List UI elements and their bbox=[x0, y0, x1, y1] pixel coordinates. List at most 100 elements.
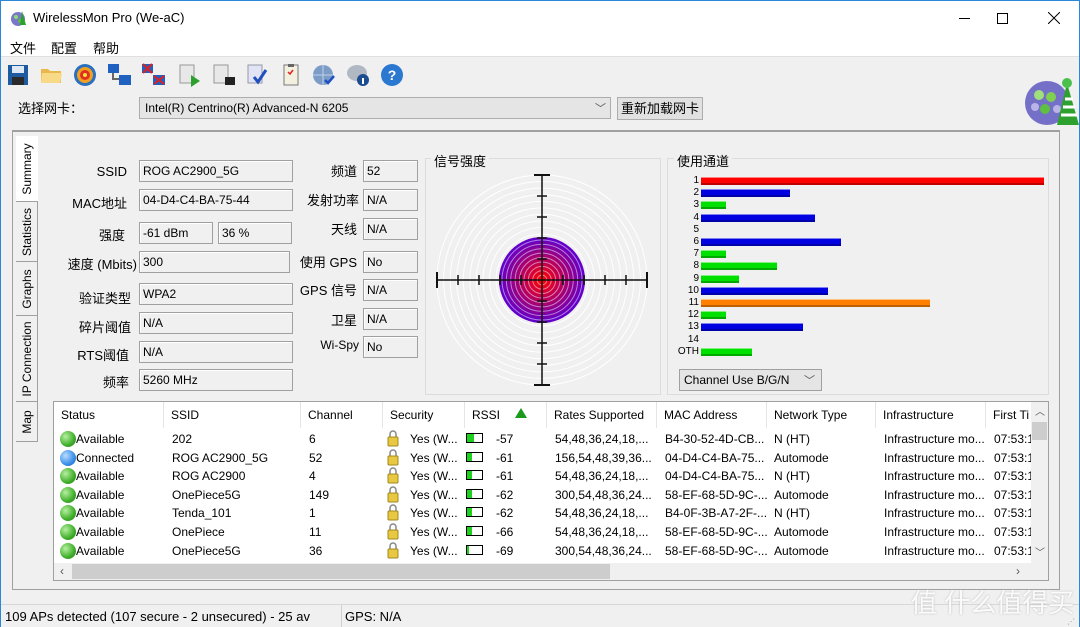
col-header-rssi-label: RSSI bbox=[472, 408, 501, 422]
table-row[interactable]: Available OnePiece 11 Yes (W... -66 54,48,36,… bbox=[54, 523, 1034, 541]
target-button[interactable] bbox=[72, 62, 98, 88]
cell-first: 07:53:1 bbox=[994, 506, 1032, 521]
cell-infra: Infrastructure mo... bbox=[884, 469, 985, 484]
tab-map[interactable]: Map bbox=[16, 402, 38, 442]
start-log-button[interactable] bbox=[177, 62, 203, 88]
frag-label: 碎片阈值 bbox=[78, 320, 131, 335]
signal-strength-title: 信号强度 bbox=[431, 151, 490, 170]
cell-ssid: ROG AC2900 bbox=[172, 469, 246, 484]
signal-strength-radar bbox=[436, 174, 648, 386]
watermark: 值 什么值得买 bbox=[911, 588, 1075, 618]
cell-ssid: ROG AC2900_5G bbox=[172, 450, 269, 465]
cell-rates: 300,54,48,36,24... bbox=[555, 543, 652, 558]
maximize-icon bbox=[996, 12, 1008, 24]
menu-help[interactable]: 帮助 bbox=[93, 38, 119, 57]
table-row[interactable]: Available Tenda_101 1 Yes (W... -62 54,48,36,… bbox=[54, 504, 1034, 522]
stop-log-icon bbox=[213, 64, 235, 85]
target-icon bbox=[74, 64, 96, 86]
antenna-label: 天线 bbox=[330, 222, 357, 237]
disconnect-button[interactable] bbox=[141, 62, 167, 88]
disconnect-icon bbox=[142, 63, 165, 85]
connect-icon bbox=[108, 64, 131, 85]
scroll-down-icon: ﹀ bbox=[1035, 548, 1045, 559]
menu-file[interactable]: 文件 bbox=[10, 38, 36, 57]
help-button[interactable]: ? bbox=[379, 62, 405, 88]
table-row[interactable]: Connected ROG AC2900_5G 52 Yes (W... -61 156,… bbox=[54, 448, 1034, 467]
col-header-rssi[interactable]: RSSI bbox=[465, 402, 547, 428]
channel-band-select[interactable]: Channel Use B/G/N ﹀ bbox=[679, 369, 822, 391]
cell-ssid: OnePiece bbox=[172, 525, 225, 539]
available-status-icon bbox=[60, 468, 76, 485]
tab-summary[interactable]: Summary bbox=[16, 136, 38, 202]
available-status-icon bbox=[60, 431, 76, 447]
lock-icon bbox=[387, 504, 399, 521]
report-button[interactable] bbox=[244, 62, 270, 88]
cell-channel: 36 bbox=[309, 543, 323, 558]
col-header-ssid[interactable]: SSID bbox=[164, 402, 301, 428]
app-logo-icon bbox=[11, 11, 26, 26]
channel-label: 频道 bbox=[330, 164, 357, 179]
table-row[interactable]: Available ROG AC2900 4 Yes (W... -61 54,48,36… bbox=[54, 467, 1034, 485]
channel-bar bbox=[701, 189, 790, 198]
menu-config[interactable]: 配置 bbox=[51, 38, 77, 57]
info-button[interactable] bbox=[345, 62, 371, 88]
rssi-bar bbox=[466, 470, 483, 481]
col-header-mac[interactable]: MAC Address bbox=[657, 402, 767, 428]
satellite-field: N/A bbox=[363, 308, 418, 330]
web-button[interactable] bbox=[311, 62, 337, 88]
vertical-scroll-thumb[interactable] bbox=[1032, 422, 1047, 440]
horizontal-scrollbar[interactable]: ‹ › bbox=[54, 563, 1048, 580]
open-button[interactable] bbox=[38, 62, 64, 88]
rssi-bar-fill bbox=[467, 527, 472, 535]
maximize-button[interactable] bbox=[979, 1, 1025, 35]
chevron-down-icon: ﹀ bbox=[804, 375, 815, 387]
channel-bar bbox=[701, 347, 752, 356]
cell-infra: Infrastructure mo... bbox=[884, 543, 985, 558]
cell-status: Available bbox=[76, 506, 125, 521]
tab-ip-connection[interactable]: IP Connection bbox=[16, 316, 38, 402]
rssi-bar-fill bbox=[467, 452, 473, 461]
cell-rates: 54,48,36,24,18,... bbox=[555, 469, 649, 484]
table-row[interactable]: Available 202 6 Yes (W... -57 54,48,36,24,18,… bbox=[54, 430, 1034, 448]
cell-mac: 04-D4-C4-BA-75... bbox=[665, 469, 765, 484]
tab-graphs[interactable]: Graphs bbox=[16, 262, 38, 316]
col-header-channel[interactable]: Channel bbox=[301, 402, 383, 428]
col-header-status[interactable]: Status bbox=[54, 402, 164, 428]
cell-security: Yes (W... bbox=[410, 506, 458, 521]
close-button[interactable] bbox=[1031, 1, 1077, 35]
title-bar: WirelessMon Pro (We-aC) bbox=[1, 1, 1079, 35]
horizontal-scroll-thumb[interactable] bbox=[72, 564, 610, 579]
col-header-infrastructure[interactable]: Infrastructure bbox=[876, 402, 986, 428]
save-icon bbox=[8, 65, 28, 85]
rssi-bar bbox=[466, 488, 483, 499]
reload-adapter-button[interactable]: 重新加载网卡 bbox=[617, 97, 703, 120]
table-row[interactable]: Available OnePiece5G 36 Yes (W... -69 300,54,… bbox=[54, 541, 1034, 560]
channel-label: 4 bbox=[693, 211, 699, 223]
tab-statistics[interactable]: Statistics bbox=[16, 202, 38, 262]
col-header-network-type[interactable]: Network Type bbox=[767, 402, 876, 428]
save-button[interactable] bbox=[5, 62, 31, 88]
col-header-first-time[interactable]: First Ti bbox=[986, 402, 1032, 428]
chevron-down-icon: ﹀ bbox=[595, 103, 606, 115]
vertical-scrollbar[interactable]: ︿ ﹀ bbox=[1031, 402, 1048, 564]
cell-rssi: -62 bbox=[496, 506, 514, 521]
clipboard-button[interactable] bbox=[278, 62, 304, 88]
sort-ascending-icon bbox=[515, 408, 527, 418]
auth-field: WPA2 bbox=[139, 283, 293, 305]
adapter-selected-value: Intel(R) Centrino(R) Advanced-N 6205 bbox=[145, 101, 349, 115]
channel-label: 5 bbox=[693, 223, 699, 235]
cell-mac: 58-EF-68-5D-9C-... bbox=[665, 525, 768, 539]
cell-security: Yes (W... bbox=[410, 450, 458, 465]
stop-log-button[interactable] bbox=[211, 62, 237, 88]
table-row[interactable]: Available OnePiece5G 149 Yes (W... -62 300,54… bbox=[54, 486, 1034, 504]
connect-button[interactable] bbox=[107, 62, 133, 88]
channel-bar bbox=[701, 286, 829, 295]
channel-label: 14 bbox=[687, 333, 699, 345]
col-header-security[interactable]: Security bbox=[383, 402, 465, 428]
frag-field: N/A bbox=[139, 312, 293, 334]
adapter-select[interactable]: Intel(R) Centrino(R) Advanced-N 6205 ﹀ bbox=[139, 97, 611, 119]
col-header-rates[interactable]: Rates Supported bbox=[547, 402, 657, 428]
strength-pct-field: 36 % bbox=[218, 222, 292, 244]
window-title: WirelessMon Pro (We-aC) bbox=[33, 10, 185, 25]
cell-first: 07:53:1 bbox=[994, 525, 1032, 539]
